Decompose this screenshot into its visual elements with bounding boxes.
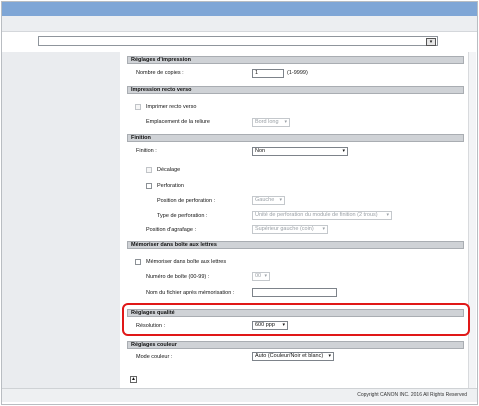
chevron-down-icon: ▾ <box>264 273 267 279</box>
copies-label: Nombre de copies : <box>136 70 184 76</box>
copies-range: (1-9999) <box>287 70 308 76</box>
section-header-duplex: Impression recto verso <box>127 86 464 94</box>
store-mailbox-label: Mémoriser dans boîte aux lettres <box>146 259 227 265</box>
store-mailbox-checkbox[interactable] <box>135 259 141 265</box>
scrollbar[interactable] <box>468 52 476 388</box>
staple-position-select[interactable]: Supérieur gauche (coin) ▾ <box>252 225 328 234</box>
chevron-down-icon: ▾ <box>328 353 331 359</box>
duplex-label: Imprimer recto verso <box>146 104 197 110</box>
finishing-value: Non <box>255 148 266 154</box>
chevron-down-icon: ▾ <box>279 197 282 203</box>
section-header-mailbox: Mémoriser dans boîte aux lettres <box>127 241 464 249</box>
offset-checkbox[interactable] <box>146 167 152 173</box>
file-name-input[interactable] <box>252 288 337 297</box>
punch-checkbox[interactable] <box>146 183 152 189</box>
punch-type-select[interactable]: Unité de perforation du module de finiti… <box>252 211 392 220</box>
duplex-checkbox[interactable] <box>135 104 141 110</box>
punch-position-label: Position de perforation : <box>157 198 216 204</box>
finishing-label: Finition : <box>136 148 157 154</box>
punch-position-select[interactable]: Gauche ▾ <box>252 196 285 205</box>
chevron-down-icon: ▾ <box>342 148 345 154</box>
color-mode-label: Mode couleur : <box>136 354 173 360</box>
highlight-box <box>122 303 470 336</box>
punch-type-label: Type de perforation : <box>157 213 208 219</box>
offset-label: Décalage <box>157 167 181 173</box>
footer: Copyright CANON INC. 2016 All Rights Res… <box>2 388 477 402</box>
punch-label: Perforation <box>157 183 184 189</box>
section-header-color: Réglages couleur <box>127 341 464 349</box>
section-header-finishing: Finition <box>127 134 464 142</box>
binding-label: Emplacement de la reliure <box>146 119 210 125</box>
binding-select[interactable]: Bord long ▾ <box>252 118 290 127</box>
punch-position-value: Gauche <box>255 197 275 203</box>
color-mode-value: Auto (Couleur/Noir et blanc) <box>255 353 324 359</box>
copyright-text: Copyright CANON INC. 2016 All Rights Res… <box>357 392 467 398</box>
box-number-label: Numéro de boîte (00-99) : <box>146 274 210 280</box>
chevron-down-icon: ▾ <box>322 226 325 232</box>
title-bar <box>2 2 477 16</box>
file-name-label: Nom du fichier après mémorisation : <box>146 290 235 296</box>
chevron-down-icon: ▾ <box>284 119 287 125</box>
binding-value: Bord long <box>255 119 279 125</box>
toolbar-area <box>2 16 477 32</box>
staple-position-value: Supérieur gauche (coin) <box>255 226 314 232</box>
section-header-print-settings: Réglages d'impression <box>127 56 464 64</box>
chevron-down-icon: ▾ <box>386 212 389 218</box>
staple-position-label: Position d'agrafage : <box>146 227 196 233</box>
box-number-select[interactable]: 00 ▾ <box>252 272 270 281</box>
chevron-down-icon[interactable]: ▾ <box>426 38 436 46</box>
left-pane <box>2 52 120 388</box>
box-number-value: 00 <box>255 273 262 279</box>
color-mode-select[interactable]: Auto (Couleur/Noir et blanc) ▾ <box>252 352 334 361</box>
top-select[interactable]: ▾ <box>38 36 438 46</box>
copies-input[interactable]: 1 <box>252 69 284 78</box>
finishing-select[interactable]: Non ▾ <box>252 147 348 156</box>
punch-type-value: Unité de perforation du module de finiti… <box>255 212 378 218</box>
collapse-icon[interactable]: ▲ <box>130 376 137 383</box>
